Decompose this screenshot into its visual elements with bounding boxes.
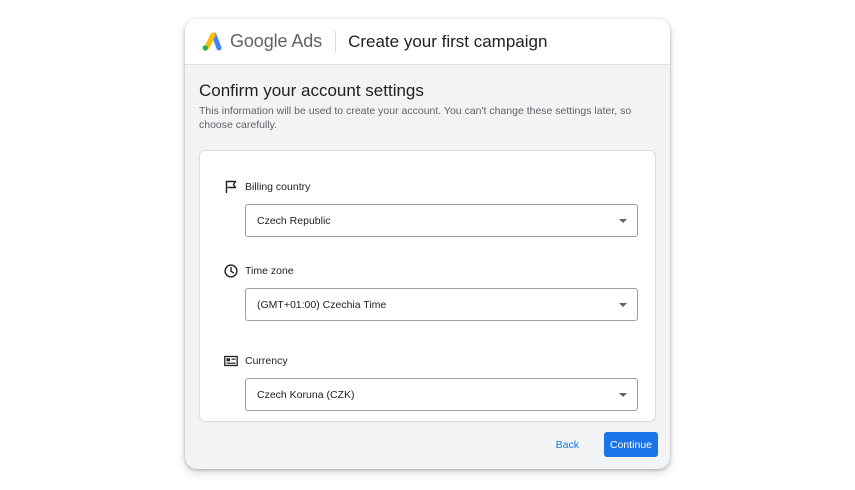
billing-country-field: Billing country Czech Republic <box>224 179 638 237</box>
main-content: Confirm your account settings This infor… <box>185 65 670 422</box>
time-zone-label: Time zone <box>224 263 638 279</box>
currency-value: Czech Koruna (CZK) <box>257 388 355 401</box>
dropdown-arrow-icon <box>619 218 627 223</box>
section-description: This information will be used to create … <box>199 105 632 131</box>
billing-country-select[interactable]: Czech Republic <box>245 204 638 237</box>
flag-icon <box>224 180 238 194</box>
currency-label-text: Currency <box>245 355 288 367</box>
billing-country-label: Billing country <box>224 179 638 195</box>
clock-icon <box>224 264 238 278</box>
currency-icon <box>224 354 238 368</box>
continue-button[interactable]: Continue <box>603 432 658 457</box>
brand-name: Google Ads <box>230 31 323 51</box>
dialog-footer: Back Continue <box>546 432 658 457</box>
currency-field: Currency Czech Koruna (CZK) <box>224 353 638 411</box>
billing-country-label-text: Billing country <box>245 181 311 193</box>
header-divider <box>335 30 337 53</box>
section-title: Confirm your account settings <box>199 81 424 100</box>
currency-select[interactable]: Czech Koruna (CZK) <box>245 378 638 411</box>
settings-card: Billing country Czech Republic Time zone… <box>199 150 656 422</box>
header: Google Ads Create your first campaign <box>185 19 670 65</box>
campaign-dialog: Google Ads Create your first campaign Co… <box>185 19 670 469</box>
dropdown-arrow-icon <box>619 392 627 397</box>
time-zone-select[interactable]: (GMT+01:00) Czechia Time <box>245 288 638 321</box>
google-ads-logo-icon <box>202 32 222 51</box>
time-zone-field: Time zone (GMT+01:00) Czechia Time <box>224 263 638 321</box>
page-title: Create your first campaign <box>348 31 548 51</box>
time-zone-value: (GMT+01:00) Czechia Time <box>257 298 387 311</box>
dropdown-arrow-icon <box>619 302 627 307</box>
time-zone-label-text: Time zone <box>245 265 294 277</box>
billing-country-value: Czech Republic <box>257 214 331 227</box>
currency-label: Currency <box>224 353 638 369</box>
back-button[interactable]: Back <box>546 433 589 457</box>
